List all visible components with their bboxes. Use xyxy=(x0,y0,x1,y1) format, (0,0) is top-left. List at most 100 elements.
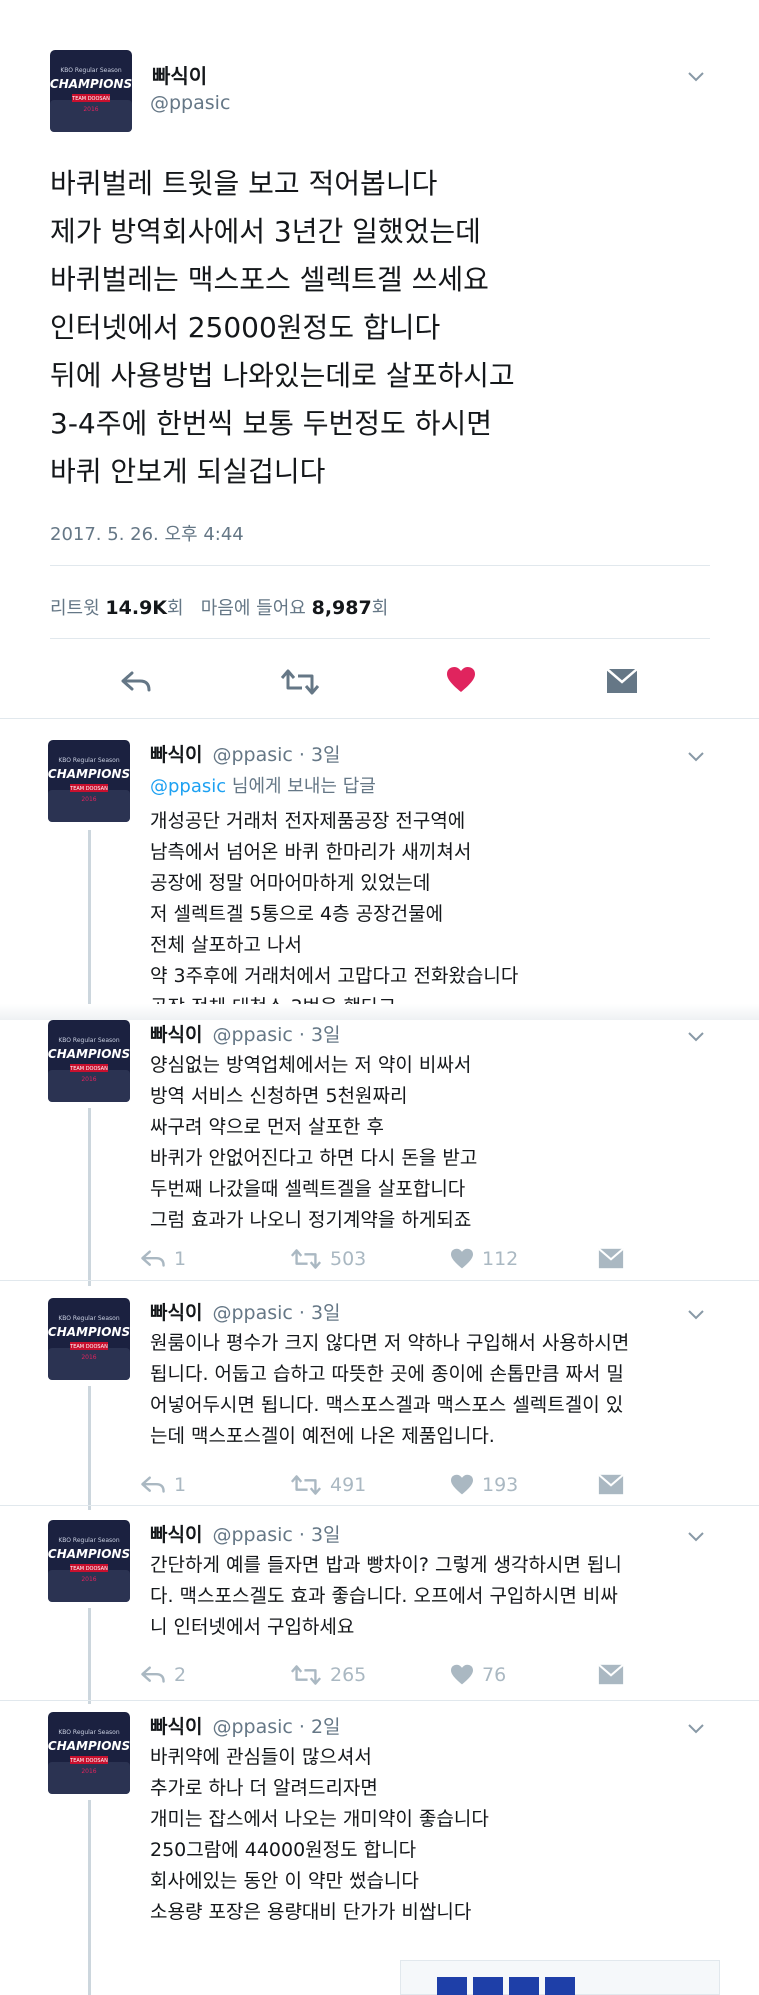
svg-text:TEAM DOOSAN: TEAM DOOSAN xyxy=(69,786,108,792)
user-handle[interactable]: @ppasic xyxy=(150,92,230,114)
avatar[interactable]: KBO Regular Season CHAMPIONS TEAM DOOSAN… xyxy=(48,1712,130,1794)
avatar[interactable]: KBO Regular Season CHAMPIONS TEAM DOOSAN… xyxy=(48,1298,130,1380)
reply-to-label: 님에게 보내는 답글 xyxy=(226,776,376,797)
user-handle[interactable]: @ppasic · 3일 xyxy=(212,1024,340,1046)
reply-line: 간단하게 예를 들자면 밥과 빵차이? 그렇게 생각하시면 됩니 xyxy=(150,1554,622,1576)
reply-button[interactable]: 2 xyxy=(140,1664,186,1686)
divider xyxy=(50,565,710,566)
like-button[interactable]: 193 xyxy=(450,1474,518,1496)
display-name[interactable]: 빠식이 xyxy=(150,1716,202,1738)
reply-to-handle[interactable]: @ppasic xyxy=(150,776,226,797)
retweets-count[interactable]: 14.9K xyxy=(105,597,167,619)
avatar[interactable]: KBO Regular Season CHAMPIONS TEAM DOOSAN… xyxy=(48,1520,130,1602)
tweet-line: 바퀴 안보게 되실겁니다 xyxy=(50,455,326,488)
message-button[interactable] xyxy=(598,1664,624,1685)
thread-line xyxy=(88,1608,91,1704)
retweet-icon xyxy=(290,1665,322,1685)
tweet-line: 3-4주에 한번씩 보통 두번정도 하시면 xyxy=(50,407,492,440)
svg-text:2016: 2016 xyxy=(83,106,98,113)
reply-body: 간단하게 예를 들자면 밥과 빵차이? 그렇게 생각하시면 됩니 다. 맥스포스… xyxy=(150,1550,622,1643)
message-icon[interactable] xyxy=(606,668,638,694)
reply-header: 빠식이 @ppasic · 3일 xyxy=(150,1020,341,1047)
photo-content xyxy=(437,1977,467,1995)
divider xyxy=(0,1505,759,1506)
display-name[interactable]: 빠식이 xyxy=(150,744,202,766)
attached-photo[interactable] xyxy=(400,1960,720,1995)
chevron-down-icon[interactable] xyxy=(688,1032,704,1042)
message-icon xyxy=(598,1664,624,1685)
svg-text:2016: 2016 xyxy=(81,1076,96,1083)
svg-text:KBO Regular Season: KBO Regular Season xyxy=(58,1729,119,1736)
retweet-icon[interactable] xyxy=(280,668,320,696)
reply-icon xyxy=(141,1476,165,1493)
reply-tweet: KBO Regular Season CHAMPIONS TEAM DOOSAN… xyxy=(0,1520,759,1710)
chevron-down-icon[interactable] xyxy=(688,1532,704,1542)
tweet-line: 제가 방역회사에서 3년간 일했었는데 xyxy=(50,215,481,248)
thread-line xyxy=(88,1108,91,1286)
user-handle[interactable]: @ppasic · 3일 xyxy=(212,744,340,766)
svg-text:2016: 2016 xyxy=(81,796,96,803)
svg-text:CHAMPIONS: CHAMPIONS xyxy=(48,1325,130,1339)
reply-button[interactable]: 1 xyxy=(140,1474,186,1496)
reply-line: 바퀴약에 관심들이 많으셔서 xyxy=(150,1746,372,1768)
retweet-button[interactable]: 491 xyxy=(290,1474,366,1496)
reply-actions: 1 503 112 xyxy=(140,1248,740,1278)
svg-text:CHAMPIONS: CHAMPIONS xyxy=(48,1047,130,1061)
message-button[interactable] xyxy=(598,1474,624,1495)
retweet-button[interactable]: 503 xyxy=(290,1248,366,1270)
tweet-timestamp[interactable]: 2017. 5. 26. 오후 4:44 xyxy=(50,520,244,546)
display-name[interactable]: 빠식이 xyxy=(152,60,207,89)
reply-actions: 1 491 193 xyxy=(140,1474,740,1504)
svg-text:KBO Regular Season: KBO Regular Season xyxy=(58,757,119,764)
avatar[interactable]: KBO Regular Season CHAMPIONS TEAM DOOSAN… xyxy=(50,50,132,132)
svg-text:KBO Regular Season: KBO Regular Season xyxy=(58,1037,119,1044)
like-count: 193 xyxy=(482,1474,519,1496)
svg-text:CHAMPIONS: CHAMPIONS xyxy=(48,767,130,781)
heart-icon[interactable] xyxy=(446,666,476,694)
avatar[interactable]: KBO Regular Season CHAMPIONS TEAM DOOSAN… xyxy=(48,1020,130,1102)
like-button[interactable]: 76 xyxy=(450,1664,506,1686)
like-button[interactable]: 112 xyxy=(450,1248,518,1270)
svg-text:KBO Regular Season: KBO Regular Season xyxy=(60,67,121,74)
reply-line: 바퀴가 안없어진다고 하면 다시 돈을 받고 xyxy=(150,1147,478,1169)
retweet-icon xyxy=(290,1475,322,1495)
svg-text:CHAMPIONS: CHAMPIONS xyxy=(50,77,132,91)
thread-line xyxy=(88,1800,91,1995)
svg-text:2016: 2016 xyxy=(81,1354,96,1361)
tweet-body: 바퀴벌레 트윗을 보고 적어봅니다 제가 방역회사에서 3년간 일했었는데 바퀴… xyxy=(50,160,515,496)
reply-icon[interactable] xyxy=(120,670,152,694)
reply-button[interactable]: 1 xyxy=(140,1248,186,1270)
retweet-button[interactable]: 265 xyxy=(290,1664,366,1686)
user-handle[interactable]: @ppasic · 2일 xyxy=(212,1716,340,1738)
tweet-line: 바퀴벌레 트윗을 보고 적어봅니다 xyxy=(50,167,438,200)
reply-count: 2 xyxy=(174,1664,187,1686)
reply-line: 어넣어두시면 됩니다. 맥스포스겔과 맥스포스 셀렉트겔이 있 xyxy=(150,1394,624,1416)
reply-tweet: KBO Regular Season CHAMPIONS TEAM DOOSAN… xyxy=(0,1020,759,1290)
reply-body: 바퀴약에 관심들이 많으셔서 추가로 하나 더 알려드리자면 개미는 잡스에서 … xyxy=(150,1742,489,1928)
svg-text:TEAM DOOSAN: TEAM DOOSAN xyxy=(69,1758,108,1764)
display-name[interactable]: 빠식이 xyxy=(150,1302,202,1324)
reply-line: 다. 맥스포스겔도 효과 좋습니다. 오프에서 구입하시면 비싸 xyxy=(150,1585,618,1607)
photo-content xyxy=(509,1977,539,1995)
reply-tweet: KBO Regular Season CHAMPIONS TEAM DOOSAN… xyxy=(0,1298,759,1518)
chevron-down-icon[interactable] xyxy=(688,752,704,762)
chevron-down-icon[interactable] xyxy=(688,1724,704,1734)
message-icon xyxy=(598,1474,624,1495)
reply-line: 원룸이나 평수가 크지 않다면 저 약하나 구입해서 사용하시면 xyxy=(150,1332,630,1354)
reply-line: 소용량 포장은 용량대비 단가가 비쌉니다 xyxy=(150,1901,472,1923)
reply-body: 양심없는 방역업체에서는 저 약이 비싸서 방역 서비스 신청하면 5천원짜리 … xyxy=(150,1050,477,1236)
user-handle[interactable]: @ppasic · 3일 xyxy=(212,1524,340,1546)
display-name[interactable]: 빠식이 xyxy=(150,1024,202,1046)
user-handle[interactable]: @ppasic · 3일 xyxy=(212,1302,340,1324)
reply-icon xyxy=(141,1666,165,1683)
likes-count[interactable]: 8,987 xyxy=(312,597,372,619)
chevron-down-icon[interactable] xyxy=(688,1310,704,1320)
retweet-icon xyxy=(290,1249,322,1269)
display-name[interactable]: 빠식이 xyxy=(150,1524,202,1546)
reply-context: @ppasic 님에게 보내는 답글 xyxy=(150,772,376,798)
avatar[interactable]: KBO Regular Season CHAMPIONS TEAM DOOSAN… xyxy=(48,740,130,822)
likes-label: 마음에 들어요 xyxy=(200,598,306,619)
message-button[interactable] xyxy=(598,1248,624,1269)
chevron-down-icon[interactable] xyxy=(688,72,704,82)
retweet-count: 491 xyxy=(330,1474,367,1496)
